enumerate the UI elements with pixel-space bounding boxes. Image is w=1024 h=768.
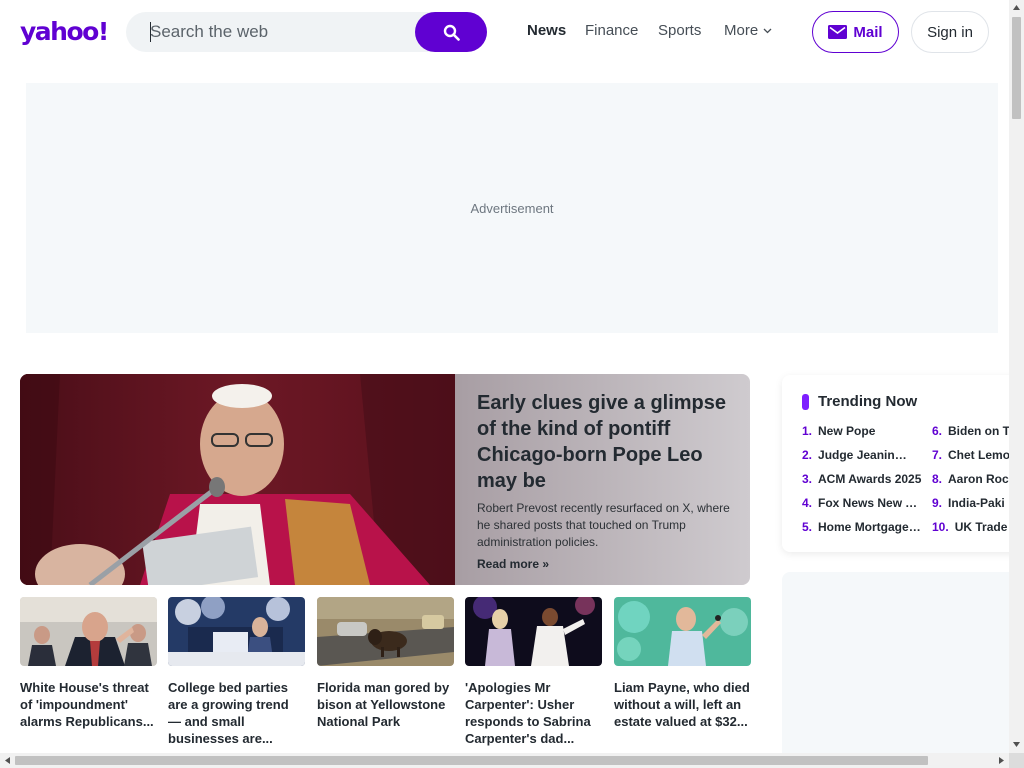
- trending-item[interactable]: 2. Judge Jeanine Pirro: [802, 448, 910, 462]
- hero-headline[interactable]: Early clues give a glimpse of the kind o…: [477, 390, 732, 494]
- nav-more[interactable]: More: [724, 22, 772, 39]
- search-button[interactable]: [415, 12, 487, 52]
- trending-item[interactable]: 8. Aaron Roc: [932, 472, 1009, 486]
- mail-label: Mail: [853, 23, 883, 41]
- horizontal-scrollbar[interactable]: [0, 753, 1009, 768]
- story-image[interactable]: [317, 597, 454, 666]
- story-title[interactable]: Liam Payne, who died without a will, lef…: [614, 679, 751, 730]
- text-caret: [150, 22, 151, 42]
- story-card[interactable]: 'Apologies Mr Carpenter': Usher responds…: [465, 595, 602, 747]
- nav-news[interactable]: News: [527, 22, 566, 39]
- trending-item[interactable]: 10. UK Trade: [932, 520, 1009, 534]
- trending-rank: 5.: [802, 520, 813, 534]
- search-bar: [126, 12, 487, 52]
- nav-sports[interactable]: Sports: [658, 22, 701, 39]
- story-image[interactable]: [168, 595, 305, 666]
- ad-label: Advertisement: [470, 200, 554, 216]
- trending-label: India-Paki: [948, 496, 1005, 510]
- hero-description: Robert Prevost recently resurfaced on X,…: [477, 501, 730, 549]
- hero-text: Early clues give a glimpse of the kind o…: [477, 390, 732, 571]
- story-image[interactable]: [614, 597, 751, 666]
- mail-icon: [828, 25, 848, 39]
- trending-item[interactable]: 6. Biden on T: [932, 424, 1009, 438]
- chevron-down-icon: [763, 28, 772, 34]
- hero-story[interactable]: Early clues give a glimpse of the kind o…: [20, 374, 750, 585]
- trending-title: Trending Now: [818, 393, 918, 410]
- mail-button[interactable]: Mail: [812, 11, 899, 53]
- trending-label: Home Mortgage Rates: [818, 520, 923, 534]
- page: yahoo! News Finance Sports More Mail Sig…: [0, 0, 1009, 753]
- trending-item[interactable]: 5. Home Mortgage Rates: [802, 520, 923, 534]
- trending-header: Trending Now: [802, 393, 917, 410]
- trending-label: Fox News New York: [818, 496, 920, 510]
- hero-image[interactable]: [20, 374, 455, 585]
- trending-item[interactable]: 4. Fox News New York: [802, 496, 920, 510]
- scroll-left-arrow-icon[interactable]: [5, 757, 10, 764]
- trending-label: Aaron Roc: [948, 472, 1009, 486]
- trending-label: Biden on T: [948, 424, 1009, 438]
- read-more-link[interactable]: Read more »: [477, 557, 732, 571]
- trending-rank: 3.: [802, 472, 813, 486]
- story-image[interactable]: [465, 595, 602, 666]
- advertisement-banner[interactable]: Advertisement: [26, 83, 998, 333]
- trending-label: UK Trade: [954, 520, 1008, 534]
- trending-label: ACM Awards 2025: [818, 472, 922, 486]
- trending-rank: 2.: [802, 448, 813, 462]
- vertical-scroll-thumb[interactable]: [1012, 17, 1021, 119]
- trending-label: New Pope: [818, 424, 876, 438]
- yahoo-logo[interactable]: yahoo!: [20, 17, 109, 46]
- vertical-scrollbar[interactable]: [1009, 0, 1024, 753]
- trending-rank: 9.: [932, 496, 943, 510]
- search-icon: [443, 24, 460, 41]
- scroll-up-arrow-icon[interactable]: [1013, 5, 1020, 10]
- trending-item[interactable]: 3. ACM Awards 2025: [802, 472, 923, 486]
- story-title[interactable]: College bed parties are a growing trend …: [168, 679, 305, 747]
- trending-accent-bar: [802, 393, 809, 410]
- sign-in-button[interactable]: Sign in: [911, 11, 989, 53]
- trending-rank: 4.: [802, 496, 813, 510]
- trending-item[interactable]: 1. New Pope: [802, 424, 910, 438]
- trending-rank: 7.: [932, 448, 943, 462]
- horizontal-scroll-thumb[interactable]: [15, 756, 928, 765]
- story-image[interactable]: [20, 597, 157, 666]
- story-card[interactable]: College bed parties are a growing trend …: [168, 595, 305, 747]
- trending-label: Chet Lemo: [948, 448, 1009, 462]
- scroll-right-arrow-icon[interactable]: [999, 757, 1004, 764]
- story-title[interactable]: Florida man gored by bison at Yellowston…: [317, 679, 454, 730]
- scroll-down-arrow-icon[interactable]: [1013, 742, 1020, 747]
- search-input[interactable]: [150, 20, 410, 44]
- trending-item[interactable]: 9. India-Paki: [932, 496, 1009, 510]
- story-title[interactable]: 'Apologies Mr Carpenter': Usher responds…: [465, 679, 602, 747]
- scrollbar-corner: [1009, 753, 1024, 768]
- story-title[interactable]: White House's threat of 'impoundment' al…: [20, 679, 157, 730]
- nav-finance[interactable]: Finance: [585, 22, 638, 39]
- trending-item[interactable]: 7. Chet Lemo: [932, 448, 1009, 462]
- trending-now-panel: Trending Now 1. New Pope 2. Judge Jeanine …: [782, 375, 1009, 552]
- trending-rank: 1.: [802, 424, 813, 438]
- story-card[interactable]: White House's threat of 'impoundment' al…: [20, 597, 157, 730]
- trending-rank: 6.: [932, 424, 943, 438]
- story-card[interactable]: Liam Payne, who died without a will, lef…: [614, 597, 751, 730]
- side-advertisement[interactable]: [782, 572, 1009, 753]
- trending-rank: 10.: [932, 520, 949, 534]
- trending-label: Judge Jeanine Pirro: [818, 448, 910, 462]
- nav-more-label: More: [724, 22, 759, 39]
- trending-rank: 8.: [932, 472, 943, 486]
- story-card[interactable]: Florida man gored by bison at Yellowston…: [317, 597, 454, 730]
